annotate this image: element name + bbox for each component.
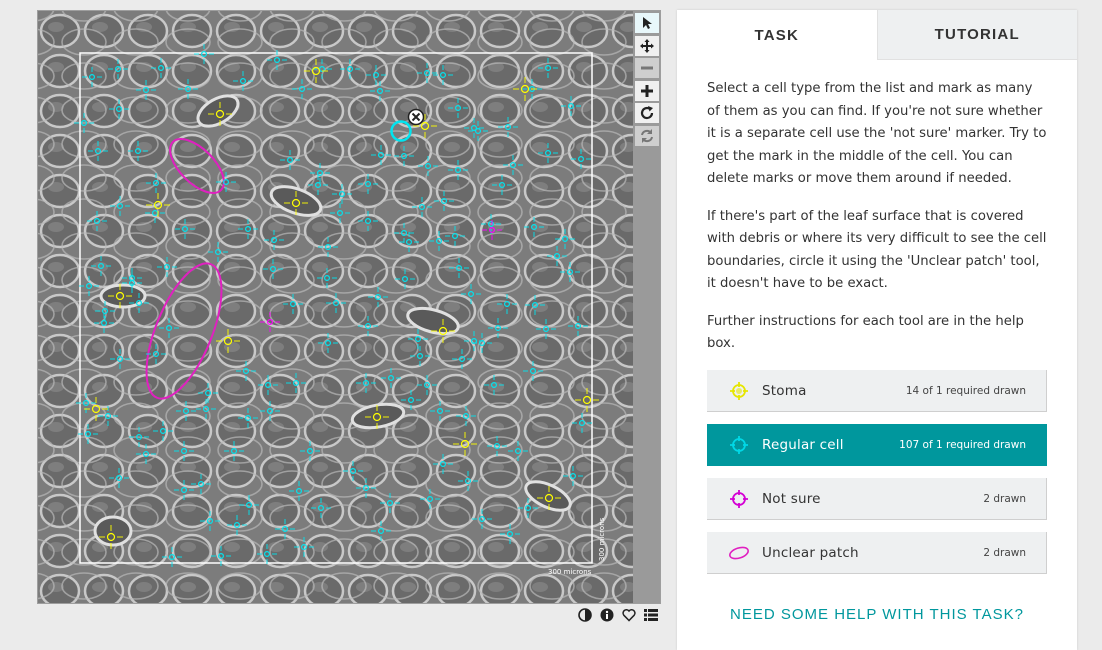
heart-icon	[622, 609, 636, 622]
zoom-out-tool[interactable]	[635, 58, 659, 78]
choice-not-sure[interactable]: Not sure 2 drawn	[707, 478, 1047, 520]
ellipse-icon	[727, 541, 751, 565]
image-viewer[interactable]: 300 microns 300 microns	[37, 10, 661, 604]
reset-icon	[641, 129, 653, 143]
choice-count: 14 of 1 required drawn	[905, 384, 1026, 397]
pointer-tool[interactable]	[635, 13, 659, 33]
info-button[interactable]	[598, 606, 616, 624]
zoom-in-tool[interactable]	[635, 81, 659, 101]
contrast-icon	[578, 608, 592, 622]
delete-mark-button[interactable]	[407, 108, 425, 126]
collections-button[interactable]	[642, 606, 660, 624]
choice-label: Stoma	[762, 382, 807, 399]
help-link[interactable]: NEED SOME HELP WITH THIS TASK?	[677, 606, 1077, 623]
move-icon	[640, 39, 654, 53]
pointer-icon	[643, 17, 652, 29]
zoom-in-icon	[641, 85, 653, 97]
task-instructions: Select a cell type from the list and mar…	[707, 78, 1049, 371]
move-tool[interactable]	[635, 36, 659, 56]
scale-bar-label: 300 microns	[548, 568, 592, 576]
reset-tool[interactable]	[635, 126, 659, 146]
info-icon	[600, 608, 614, 622]
rotate-tool[interactable]	[635, 103, 659, 123]
zoom-out-icon	[641, 66, 653, 70]
viewer-footer-controls	[576, 605, 660, 625]
crosshair-icon	[727, 433, 751, 457]
crosshair-icon	[727, 487, 751, 511]
choice-count: 2 drawn	[983, 546, 1026, 559]
tab-tutorial[interactable]: TUTORIAL	[876, 10, 1077, 60]
instruction-paragraph: If there's part of the leaf surface that…	[707, 208, 1047, 292]
tab-task[interactable]: TASK	[677, 10, 877, 60]
leaf-surface-image[interactable]: 300 microns 300 microns	[38, 11, 633, 604]
tool-strip	[633, 11, 660, 603]
scale-bar-label-vertical: 300 microns	[598, 517, 606, 561]
choice-unclear-patch[interactable]: Unclear patch 2 drawn	[707, 532, 1047, 574]
choice-stoma[interactable]: Stoma 14 of 1 required drawn	[707, 370, 1047, 412]
choice-regular-cell[interactable]: Regular cell 107 of 1 required drawn	[707, 424, 1047, 466]
choice-label: Unclear patch	[762, 544, 859, 561]
rotate-icon	[640, 106, 654, 120]
task-tabs: TASK TUTORIAL	[677, 10, 1077, 60]
task-panel: TASK TUTORIAL Select a cell type from th…	[677, 10, 1077, 650]
choice-count: 107 of 1 required drawn	[899, 438, 1026, 451]
list-icon	[644, 609, 658, 621]
crosshair-icon	[727, 379, 751, 403]
favorite-button[interactable]	[620, 606, 638, 624]
instruction-paragraph: Further instructions for each tool are i…	[707, 313, 1024, 352]
instruction-paragraph: Select a cell type from the list and mar…	[707, 81, 1047, 186]
choice-label: Regular cell	[762, 436, 844, 453]
choice-count: 2 drawn	[983, 492, 1026, 505]
contrast-button[interactable]	[576, 606, 594, 624]
choice-label: Not sure	[762, 490, 821, 507]
